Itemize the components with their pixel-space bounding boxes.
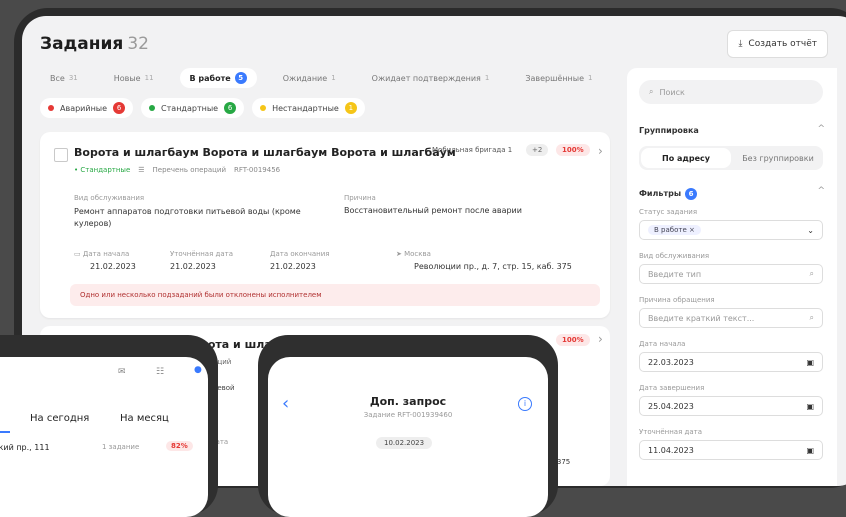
priority-chips: Аварийные 6 Стандартные 6 Нестандартные 1 bbox=[40, 98, 365, 118]
grouping-toggle: По адресу Без группировки bbox=[639, 146, 823, 170]
mail-icon[interactable]: ✉ bbox=[118, 367, 126, 377]
end-date-field[interactable]: 25.04.2023 ▣ bbox=[639, 396, 823, 416]
chevron-up-icon[interactable]: ^ bbox=[817, 186, 825, 196]
start-date-filter-label: Дата начала bbox=[639, 340, 686, 348]
end-date-value: 21.02.2023 bbox=[270, 262, 316, 271]
filter-sidebar: ⌕ Поиск Группировка ^ По адресу Без групп… bbox=[627, 68, 837, 486]
calendar-icon: ▣ bbox=[806, 357, 814, 367]
status-filter-select[interactable]: В работе × ⌄ bbox=[639, 220, 823, 240]
calendar-icon: ▣ bbox=[806, 445, 814, 455]
tab-month[interactable]: На месяц bbox=[120, 413, 169, 424]
status-dot bbox=[48, 105, 54, 111]
search-input[interactable]: ⌕ Поиск bbox=[639, 80, 823, 104]
tab-waiting[interactable]: Ожидание 1 bbox=[273, 70, 346, 87]
progress-badge: 100% bbox=[556, 144, 590, 156]
operations-link[interactable]: Перечень операций bbox=[153, 166, 226, 174]
tab-new[interactable]: Новые 11 bbox=[104, 70, 164, 87]
phone-left: ✉ ☷ ● На сегодня На месяц енский пр., 11… bbox=[0, 335, 218, 517]
refined-date-filter-label: Уточнённая дата bbox=[639, 428, 703, 436]
phone-right: ‹ Доп. запрос Задание RFT-001939460 i 10… bbox=[258, 335, 558, 517]
screen-title: Доп. запрос bbox=[369, 395, 447, 408]
address-value: Революции пр., д. 7, стр. 15, каб. 375 bbox=[414, 262, 572, 271]
refined-date-field[interactable]: 11.04.2023 ▣ bbox=[639, 440, 823, 460]
end-date-filter-label: Дата завершения bbox=[639, 384, 705, 392]
task-title: Ворота и шлагбаум Ворота и шлагбаум Воро… bbox=[74, 146, 456, 159]
location-arrow-icon: ➤ bbox=[396, 250, 405, 258]
task-card[interactable]: Ворота и шлагбаум Ворота и шлагбаум Воро… bbox=[40, 132, 610, 318]
no-grouping-button[interactable]: Без группировки bbox=[733, 146, 823, 170]
task-id: RFT-0019456 bbox=[234, 166, 281, 174]
service-type-value: Ремонт аппаратов подготовки питьевой вод… bbox=[74, 207, 301, 228]
task-checkbox[interactable] bbox=[54, 148, 68, 162]
chevron-right-icon[interactable]: › bbox=[598, 332, 603, 346]
info-icon[interactable]: i bbox=[518, 397, 532, 411]
service-type-label: Вид обслуживания bbox=[74, 194, 145, 202]
status-pill[interactable]: В работе × bbox=[648, 225, 701, 235]
service-filter-label: Вид обслуживания bbox=[639, 252, 710, 260]
date-chip: 10.02.2023 bbox=[376, 437, 433, 449]
task-count: 1 задание bbox=[102, 443, 140, 451]
extra-crew-badge: +2 bbox=[526, 144, 549, 156]
tab-awaiting-confirmation[interactable]: Ожидает подтверждения 1 bbox=[362, 70, 500, 87]
crew-label: Мобильная бригада 1 bbox=[432, 146, 513, 154]
start-date-field[interactable]: 22.03.2023 ▣ bbox=[639, 352, 823, 372]
chip-standard[interactable]: Стандартные 6 bbox=[141, 98, 245, 118]
filter-icon[interactable]: ☷ bbox=[156, 367, 164, 377]
task-id: Задание RFT-001939460 bbox=[363, 411, 453, 419]
standard-tag: • Стандартные bbox=[74, 166, 131, 174]
refined-date-value: 21.02.2023 bbox=[170, 262, 216, 271]
rejection-warning: Одно или несколько подзаданий были откло… bbox=[70, 284, 600, 306]
end-date-label: Дата окончания bbox=[270, 250, 330, 258]
start-date-value: 21.02.2023 bbox=[90, 262, 136, 271]
bell-icon[interactable]: ● bbox=[194, 365, 202, 375]
create-report-button[interactable]: ⤓ Создать отчёт bbox=[727, 30, 828, 58]
phone-right-screen: ‹ Доп. запрос Задание RFT-001939460 i 10… bbox=[268, 357, 548, 517]
reason-filter-label: Причина обращения bbox=[639, 296, 715, 304]
task-count: 32 bbox=[127, 34, 149, 54]
address-value: енский пр., 111 bbox=[0, 443, 50, 452]
search-icon: ⌕ bbox=[809, 269, 814, 278]
group-by-address-button[interactable]: По адресу bbox=[641, 148, 731, 168]
status-filter-label: Статус задания bbox=[639, 208, 698, 216]
start-date-label: ▭ Дата начала bbox=[74, 250, 130, 258]
filters-label: Фильтры 6 bbox=[639, 188, 698, 200]
city-label: ➤ Москва bbox=[396, 250, 431, 258]
chip-nonstandard[interactable]: Нестандартные 1 bbox=[252, 98, 365, 118]
chevron-down-icon: ⌄ bbox=[807, 225, 814, 235]
progress-badge: 82% bbox=[166, 441, 193, 451]
tab-all[interactable]: Все 31 bbox=[40, 70, 88, 87]
calendar-icon: ▣ bbox=[806, 401, 814, 411]
calendar-icon: ▭ bbox=[74, 250, 83, 258]
refined-date-label: Уточнённая дата bbox=[170, 250, 234, 258]
reason-value: Восстановительный ремонт после аварии bbox=[344, 206, 522, 215]
chip-emergency[interactable]: Аварийные 6 bbox=[40, 98, 134, 118]
tab-indicator bbox=[0, 431, 10, 433]
page-title: Задания 32 bbox=[40, 34, 149, 54]
tab-today[interactable]: На сегодня bbox=[30, 413, 89, 424]
task-meta: • Стандартные ☰ Перечень операций RFT-00… bbox=[74, 166, 280, 174]
tab-completed[interactable]: Завершённые 1 bbox=[515, 70, 602, 87]
search-icon: ⌕ bbox=[649, 87, 654, 96]
status-tabs: Все 31 Новые 11 В работе 5 Ожидание 1 Ожидае… bbox=[40, 68, 610, 88]
grouping-label: Группировка bbox=[639, 126, 699, 135]
progress-badge: 100% bbox=[556, 334, 590, 346]
service-type-input[interactable]: Введите тип ⌕ bbox=[639, 264, 823, 284]
phone-left-screen: ✉ ☷ ● На сегодня На месяц енский пр., 11… bbox=[0, 357, 208, 517]
tab-in-progress[interactable]: В работе 5 bbox=[179, 68, 257, 88]
search-icon: ⌕ bbox=[809, 313, 814, 322]
reason-input[interactable]: Введите краткий текст... ⌕ bbox=[639, 308, 823, 328]
chevron-right-icon[interactable]: › bbox=[598, 144, 603, 158]
chevron-up-icon[interactable]: ^ bbox=[817, 124, 825, 134]
download-icon: ⤓ bbox=[738, 39, 743, 49]
filters-count-badge: 6 bbox=[685, 188, 698, 200]
reason-label: Причина bbox=[344, 194, 376, 202]
status-dot bbox=[260, 105, 267, 111]
list-icon: ☰ bbox=[138, 166, 145, 174]
status-dot bbox=[149, 105, 156, 111]
